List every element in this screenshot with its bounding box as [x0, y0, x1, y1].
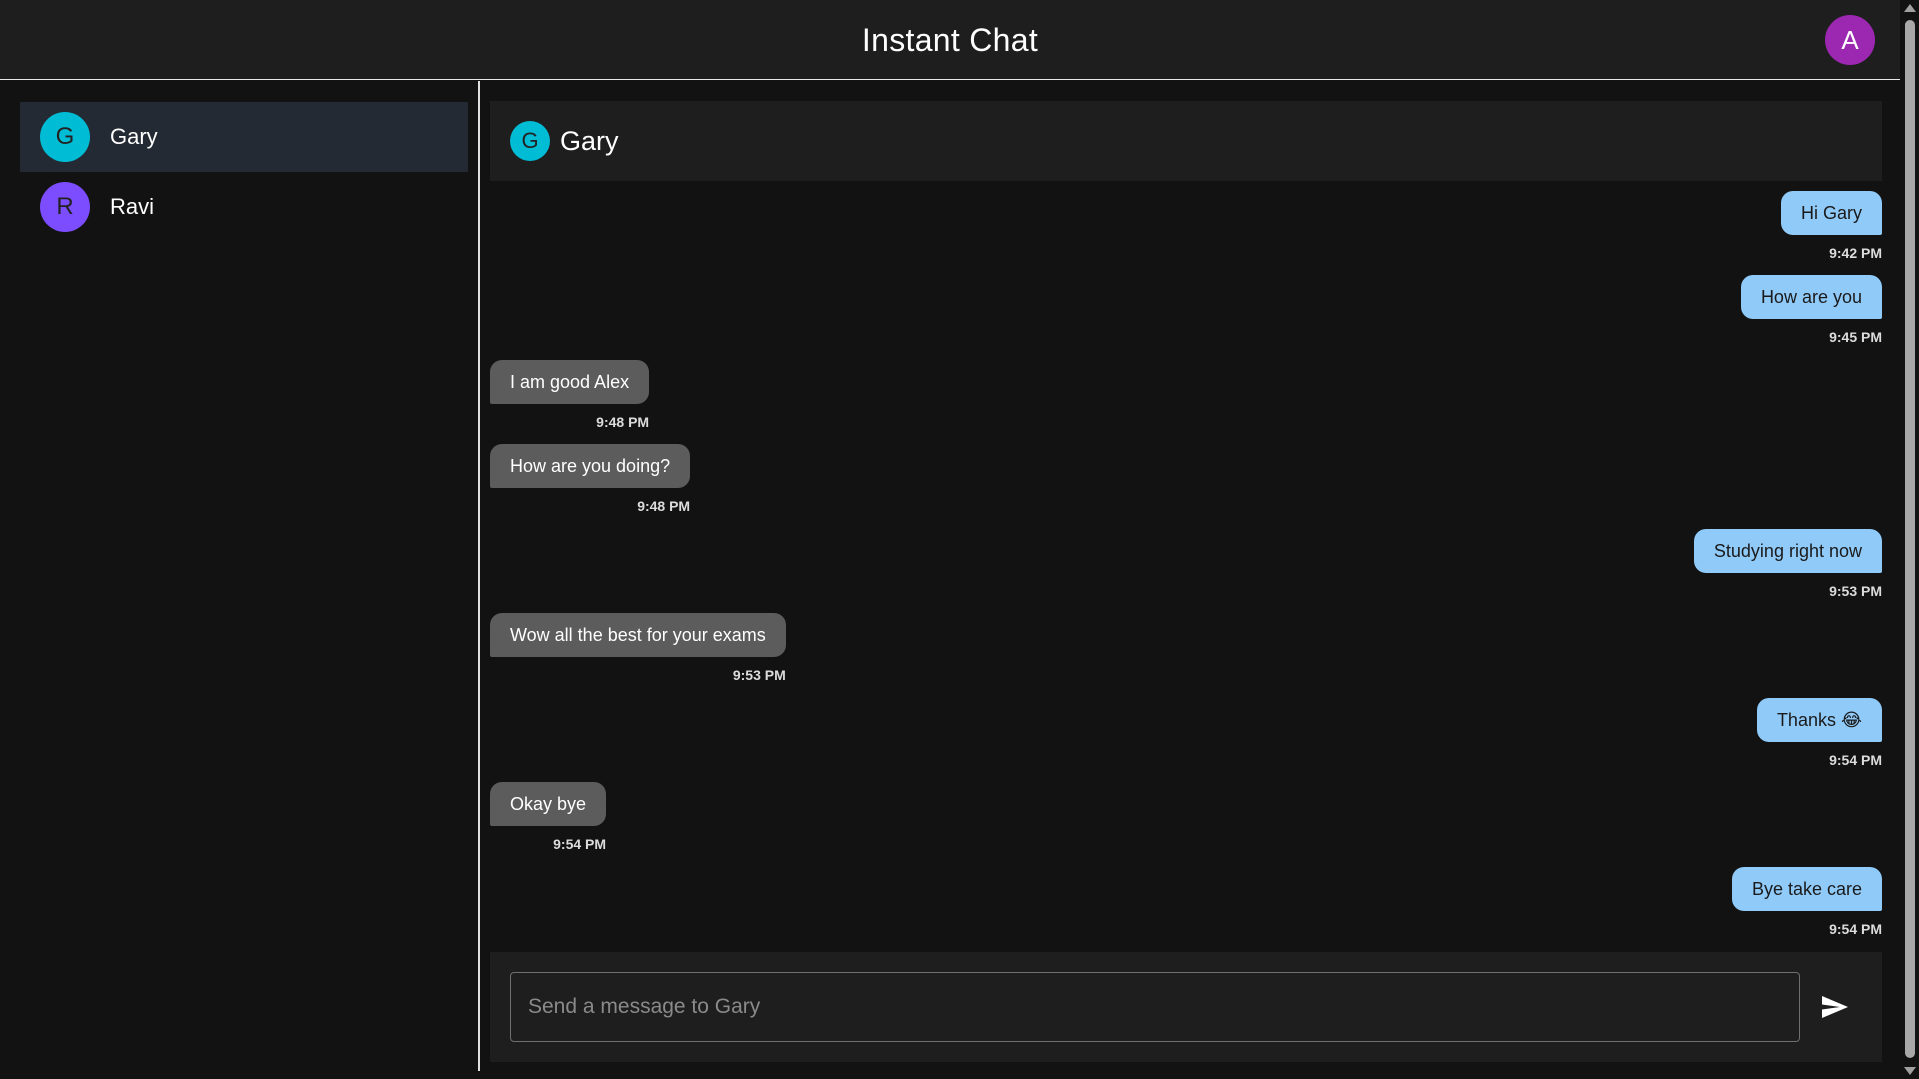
- message-bubble: Hi Gary: [1780, 191, 1882, 235]
- contact-item-gary[interactable]: G Gary: [20, 102, 468, 172]
- contact-avatar: R: [40, 182, 90, 232]
- app-root: Instant Chat A G Gary R Ravi G Gary Hi G…: [0, 0, 1919, 1079]
- message: How are you 9:45 PM: [1740, 275, 1882, 345]
- chat-contact-avatar: G: [510, 121, 550, 161]
- message-input[interactable]: [510, 972, 1800, 1042]
- message-time: 9:45 PM: [1829, 329, 1882, 345]
- message: Wow all the best for your exams 9:53 PM: [490, 613, 786, 683]
- message: Thanks 😂 9:54 PM: [1756, 698, 1882, 768]
- contact-item-ravi[interactable]: R Ravi: [20, 172, 468, 242]
- app-title: Instant Chat: [861, 22, 1039, 58]
- contact-name: Ravi: [110, 194, 155, 219]
- message: Bye take care 9:54 PM: [1731, 867, 1882, 937]
- message: I am good Alex 9:48 PM: [490, 360, 650, 430]
- message-time: 9:54 PM: [553, 836, 607, 852]
- message: Studying right now 9:53 PM: [1693, 529, 1882, 599]
- message-bubble: I am good Alex: [490, 360, 650, 404]
- message-time: 9:54 PM: [1829, 921, 1882, 937]
- top-bar: Instant Chat A: [0, 0, 1900, 80]
- contacts-sidebar: G Gary R Ravi: [0, 81, 480, 1071]
- message-bubble: Okay bye: [490, 782, 607, 826]
- chat-contact-name: Gary: [560, 125, 619, 156]
- message: How are you doing? 9:48 PM: [490, 444, 691, 514]
- contact-avatar: G: [40, 112, 90, 162]
- scroll-thumb[interactable]: [1905, 20, 1915, 1058]
- message-bubble: Wow all the best for your exams: [490, 613, 786, 657]
- message-time: 9:54 PM: [1829, 752, 1882, 768]
- message-time: 9:48 PM: [637, 498, 691, 514]
- message-bubble: How are you: [1740, 275, 1882, 319]
- message-bubble: Bye take care: [1731, 867, 1882, 911]
- send-button[interactable]: [1815, 987, 1855, 1027]
- page-scrollbar[interactable]: [1900, 0, 1919, 1079]
- message-bubble: Thanks 😂: [1756, 698, 1882, 742]
- message-time: 9:48 PM: [596, 414, 650, 430]
- scroll-down-arrow[interactable]: [1904, 1067, 1916, 1075]
- message: Hi Gary 9:42 PM: [1780, 191, 1882, 261]
- message-time: 9:53 PM: [732, 667, 786, 683]
- scroll-up-arrow[interactable]: [1904, 4, 1916, 12]
- message-list: Hi Gary 9:42 PM How are you 9:45 PM I am…: [490, 181, 1882, 951]
- message-composer: [490, 952, 1882, 1062]
- user-avatar[interactable]: A: [1825, 15, 1875, 65]
- send-icon: [1822, 996, 1848, 1018]
- message-time: 9:42 PM: [1829, 245, 1882, 261]
- contact-name: Gary: [110, 124, 158, 149]
- chat-header: G Gary: [490, 101, 1882, 181]
- message-bubble: How are you doing?: [490, 444, 691, 488]
- message: Okay bye 9:54 PM: [490, 782, 607, 852]
- message-time: 9:53 PM: [1829, 583, 1882, 599]
- message-bubble: Studying right now: [1693, 529, 1882, 573]
